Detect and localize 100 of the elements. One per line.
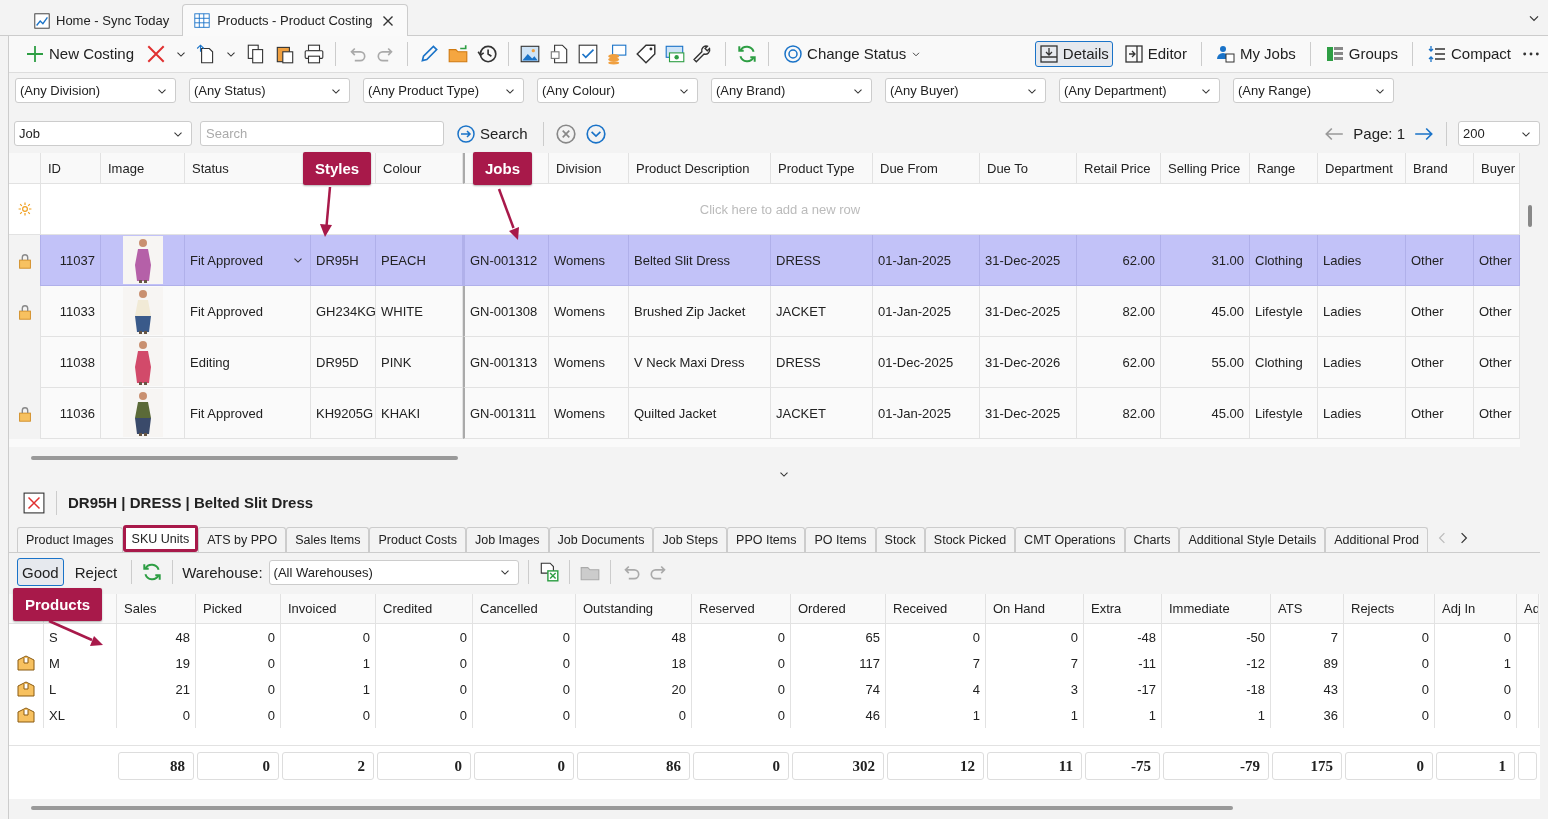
- table-cell: XL: [49, 707, 65, 723]
- expand-icon[interactable]: [584, 122, 607, 145]
- table-cell: Womens: [554, 252, 606, 268]
- table-cell: 11033: [59, 303, 95, 319]
- toolbar-button[interactable]: My Jobs: [1211, 40, 1300, 67]
- tab[interactable]: SKU Units: [122, 525, 199, 553]
- tab[interactable]: Product Images: [17, 527, 123, 553]
- filter-dropdown[interactable]: (Any Status): [189, 78, 350, 104]
- table-cell: JACKET: [776, 303, 826, 319]
- tab[interactable]: Job Images: [465, 527, 549, 553]
- table-cell: -12: [1246, 655, 1265, 671]
- table-row[interactable]: 11038 Editing DR95D PINK GN-001313 Womens V Neck Maxi Dress DRESS 01-Dec-2025 31-Dec-2026 62.00 55.00 Clothing Ladies Other Other: [9, 337, 1520, 389]
- table-cell: 18: [671, 655, 686, 671]
- table-cell: Other: [1479, 354, 1512, 370]
- toolbar-button[interactable]: Groups: [1320, 40, 1402, 67]
- table-cell: Other: [1479, 405, 1512, 421]
- table-cell: PINK: [381, 354, 412, 370]
- total-cell: 0: [693, 752, 789, 781]
- table-cell: 1: [362, 681, 370, 697]
- table-cell: M: [49, 655, 60, 671]
- table-cell: Ladies: [1323, 303, 1362, 319]
- warehouse-dropdown[interactable]: (All Warehouses): [268, 559, 519, 585]
- table-cell: 19: [175, 655, 190, 671]
- table-cell: 0: [777, 629, 785, 645]
- table-cell: GN-001311: [470, 405, 537, 421]
- page-size-dropdown[interactable]: 200: [1458, 121, 1540, 147]
- change-status-button[interactable]: Change Status: [779, 40, 927, 67]
- table-cell: Other: [1411, 405, 1444, 421]
- filter-dropdown[interactable]: (Any Division): [15, 78, 176, 104]
- table-cell: 36: [1323, 707, 1338, 723]
- tab[interactable]: PPO Items: [727, 527, 806, 553]
- view-toggle[interactable]: Editor: [1119, 40, 1191, 67]
- filter-dropdown[interactable]: (Any Range): [1233, 78, 1394, 104]
- total-cell: 12: [887, 752, 984, 781]
- table-row[interactable]: 11036 Fit Approved KH9205G KHAKI GN-001311 Womens Quilted Jacket JACKET 01-Jan-2025 31-Dec-2025 82.00 45.00 Lifestyle Ladies Other Other: [9, 388, 1520, 440]
- scrollbar-thumb[interactable]: [1528, 205, 1532, 228]
- total-cell: 0: [197, 752, 279, 781]
- tab[interactable]: Additional Prod: [1325, 527, 1429, 553]
- table-cell: GN-001308: [470, 303, 538, 319]
- tab[interactable]: PO Items: [805, 527, 876, 553]
- filter-dropdown[interactable]: (Any Buyer): [885, 78, 1046, 104]
- table-cell: Ladies: [1323, 252, 1362, 268]
- field-dropdown[interactable]: Job: [14, 121, 192, 147]
- tab[interactable]: Job Steps: [653, 527, 728, 553]
- table-cell: 0: [562, 707, 570, 723]
- clear-icon[interactable]: [554, 122, 577, 145]
- table-cell: 0: [777, 655, 785, 671]
- table-cell: -11: [1138, 655, 1156, 671]
- folder-icon[interactable]: [447, 42, 470, 65]
- filter-dropdown[interactable]: (Any Department): [1059, 78, 1220, 104]
- tab[interactable]: Job Documents: [548, 527, 654, 553]
- table-cell: WHITE: [381, 303, 423, 319]
- table-cell: -48: [1137, 629, 1156, 645]
- tab[interactable]: Stock Picked: [924, 527, 1016, 553]
- table-row[interactable]: 11033 Fit Approved GH234KG WHITE GN-001308 Womens Brushed Zip Jacket JACKET 01-Jan-2025 31-Dec-2025 82.00 45.00 Lifestyle Ladies Other Other: [9, 286, 1520, 338]
- column-header: Invoiced: [281, 594, 376, 624]
- table-row[interactable]: 11037 Fit Approved DR95H PEACH GN-001312 Womens Belted Slit Dress DRESS 01-Jan-2025 31-Dec-2025 62.00 31.00 Clothing Ladies Other Other: [9, 235, 1520, 287]
- column-header: Immediate: [1162, 594, 1271, 624]
- tab[interactable]: Additional Style Details: [1179, 527, 1326, 553]
- column-header: Picked: [196, 594, 281, 624]
- total-cell: 0: [474, 752, 574, 781]
- scrollbar-thumb[interactable]: [31, 455, 458, 460]
- mode-toggle[interactable]: Good: [17, 558, 64, 587]
- tab[interactable]: Stock: [875, 527, 925, 553]
- tab[interactable]: Product Costs: [369, 527, 466, 553]
- total-cell: -75: [1085, 752, 1160, 781]
- view-toggle[interactable]: Details: [1034, 40, 1113, 67]
- table-cell: Other: [1479, 252, 1512, 268]
- table-cell: Editing: [190, 354, 230, 370]
- mode-toggle[interactable]: Reject: [69, 558, 123, 587]
- pencil-icon[interactable]: [418, 42, 441, 65]
- filter-dropdown[interactable]: (Any Product Type): [363, 78, 524, 104]
- tab[interactable]: Charts: [1124, 527, 1180, 553]
- tag-icon[interactable]: [635, 42, 658, 65]
- table-cell: 0: [459, 629, 467, 645]
- detail-title: DR95H | DRESS | Belted Slit Dress: [68, 494, 314, 512]
- new-costing-button[interactable]: New Costing: [21, 40, 139, 67]
- table-cell: 0: [562, 629, 570, 645]
- table-cell: Belted Slit Dress: [634, 252, 731, 268]
- table-cell: 0: [1421, 707, 1429, 723]
- table-cell: Clothing: [1255, 252, 1303, 268]
- column-header: Cancelled: [473, 594, 576, 624]
- print-icon[interactable]: [303, 42, 326, 65]
- callout-label: Jobs: [473, 152, 532, 185]
- checkbox-icon[interactable]: [577, 42, 600, 65]
- scrollbar-thumb[interactable]: [31, 806, 1233, 811]
- tab[interactable]: Sales Items: [286, 527, 370, 553]
- toolbar-button[interactable]: Compact: [1422, 40, 1515, 67]
- tab[interactable]: CMT Operations: [1015, 527, 1125, 553]
- tab[interactable]: ATS by PPO: [198, 527, 287, 553]
- window-tab[interactable]: Home - Sync Today: [22, 5, 181, 35]
- window-tab[interactable]: Products - Product Costing: [182, 4, 408, 36]
- filter-dropdown[interactable]: (Any Colour): [537, 78, 698, 104]
- search-button[interactable]: Search: [452, 120, 532, 147]
- filter-dropdown[interactable]: (Any Brand): [711, 78, 872, 104]
- table-cell: PEACH: [381, 252, 426, 268]
- coins-icon[interactable]: [606, 42, 629, 65]
- table-cell: Ladies: [1323, 405, 1362, 421]
- table-cell: 0: [1503, 629, 1511, 645]
- search-field[interactable]: Search: [200, 121, 444, 147]
